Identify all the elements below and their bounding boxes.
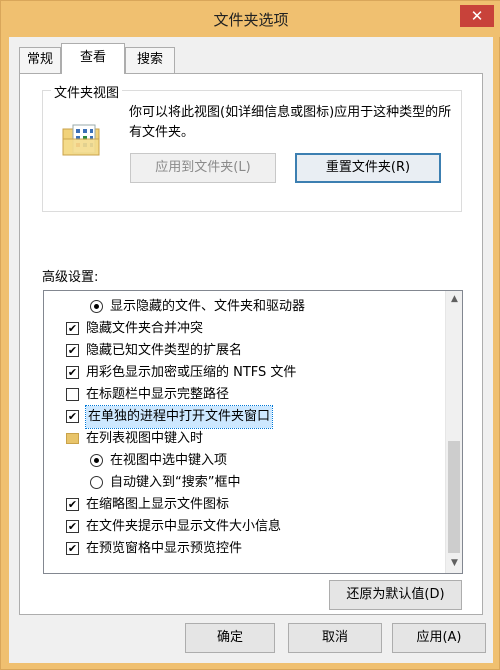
advanced-settings-label: 高级设置: bbox=[42, 270, 99, 285]
radio-button[interactable] bbox=[90, 454, 103, 467]
close-button[interactable]: ✕ bbox=[460, 5, 494, 27]
list-item-label: 显示隐藏的文件、文件夹和驱动器 bbox=[110, 299, 306, 314]
title-bar[interactable]: 文件夹选项 ✕ bbox=[1, 1, 500, 37]
tab-search[interactable]: 搜索 bbox=[125, 47, 175, 73]
folder-options-dialog: 文件夹选项 ✕ 常规 查看 搜索 文件夹视图 你可以将此视图(如详细信息或图标)… bbox=[0, 0, 500, 670]
list-item[interactable]: 在标题栏中显示完整路径 bbox=[44, 384, 444, 406]
scroll-down-icon[interactable]: ▼ bbox=[446, 555, 462, 572]
window-title: 文件夹选项 bbox=[213, 11, 289, 29]
checkbox[interactable]: ✔ bbox=[66, 410, 79, 423]
list-item-label: 隐藏已知文件类型的扩展名 bbox=[86, 343, 243, 358]
apply-to-folders-button[interactable]: 应用到文件夹(L) bbox=[130, 153, 276, 183]
folder-views-group: 文件夹视图 你可以将此视图(如详细信息或图标)应用于这种类型的所有文件夹。 应用… bbox=[42, 82, 462, 212]
list-item[interactable]: 在视图中选中键入项 bbox=[44, 450, 444, 472]
checkbox[interactable]: ✔ bbox=[66, 498, 79, 511]
view-tab-panel: 文件夹视图 你可以将此视图(如详细信息或图标)应用于这种类型的所有文件夹。 应用… bbox=[19, 73, 483, 615]
list-item[interactable]: ✔ 隐藏已知文件类型的扩展名 bbox=[44, 340, 444, 362]
list-item-label: 在视图中选中键入项 bbox=[110, 453, 228, 468]
scroll-thumb[interactable] bbox=[448, 441, 460, 553]
checkbox[interactable]: ✔ bbox=[66, 366, 79, 379]
list-item[interactable]: ✔ 在预览窗格中显示预览控件 bbox=[44, 538, 444, 560]
folder-grid-icon bbox=[62, 124, 100, 156]
checkbox[interactable]: ✔ bbox=[66, 344, 79, 357]
ok-button[interactable]: 确定 bbox=[185, 623, 275, 653]
list-item-label: 在文件夹提示中显示文件大小信息 bbox=[86, 519, 282, 534]
dialog-body: 常规 查看 搜索 文件夹视图 你可以将此视图(如详细信息或图标)应用于这种类型的… bbox=[9, 37, 493, 663]
cancel-button[interactable]: 取消 bbox=[288, 623, 382, 653]
radio-dot bbox=[94, 304, 99, 309]
tab-view[interactable]: 查看 bbox=[61, 43, 125, 74]
reset-folders-button[interactable]: 重置文件夹(R) bbox=[295, 153, 441, 183]
list-scrollbar[interactable]: ▲ ▼ bbox=[445, 291, 462, 573]
tab-general[interactable]: 常规 bbox=[19, 47, 61, 73]
checkbox[interactable] bbox=[66, 388, 79, 401]
advanced-settings-list[interactable]: 显示隐藏的文件、文件夹和驱动器 ✔ 隐藏文件夹合并冲突 ✔ 隐藏已知文件类型的扩展名 ✔ 用… bbox=[43, 290, 463, 574]
checkbox[interactable]: ✔ bbox=[66, 322, 79, 335]
list-item[interactable]: ✔ 在单独的进程中打开文件夹窗口 bbox=[44, 405, 444, 429]
list-item[interactable]: 在列表视图中键入时 bbox=[44, 428, 444, 450]
restore-defaults-button[interactable]: 还原为默认值(D) bbox=[329, 580, 462, 610]
list-item-label: 在单独的进程中打开文件夹窗口 bbox=[84, 405, 274, 429]
apply-button[interactable]: 应用(A) bbox=[392, 623, 486, 653]
folder-views-title: 文件夹视图 bbox=[51, 82, 123, 101]
list-item[interactable]: ✔ 在缩略图上显示文件图标 bbox=[44, 494, 444, 516]
list-item[interactable]: 显示隐藏的文件、文件夹和驱动器 bbox=[44, 296, 444, 318]
list-item-label: 在标题栏中显示完整路径 bbox=[86, 387, 230, 402]
checkbox[interactable]: ✔ bbox=[66, 520, 79, 533]
list-item-label: 用彩色显示加密或压缩的 NTFS 文件 bbox=[86, 365, 297, 380]
list-item-label: 自动键入到“搜索”框中 bbox=[110, 475, 241, 490]
list-item-label: 在列表视图中键入时 bbox=[86, 431, 204, 446]
folder-icon bbox=[66, 433, 79, 444]
scroll-up-icon[interactable]: ▲ bbox=[446, 291, 462, 308]
list-item-label: 隐藏文件夹合并冲突 bbox=[86, 321, 204, 336]
radio-button[interactable] bbox=[90, 476, 103, 489]
list-item-label: 在预览窗格中显示预览控件 bbox=[86, 541, 243, 556]
radio-button[interactable] bbox=[90, 300, 103, 313]
list-item[interactable]: ✔ 隐藏文件夹合并冲突 bbox=[44, 318, 444, 340]
folder-views-description: 你可以将此视图(如详细信息或图标)应用于这种类型的所有文件夹。 bbox=[129, 105, 452, 140]
list-item[interactable]: ✔ 用彩色显示加密或压缩的 NTFS 文件 bbox=[44, 362, 444, 384]
list-item-label: 在缩略图上显示文件图标 bbox=[86, 497, 230, 512]
list-item[interactable]: ✔ 在文件夹提示中显示文件大小信息 bbox=[44, 516, 444, 538]
list-item[interactable]: 自动键入到“搜索”框中 bbox=[44, 472, 444, 494]
radio-dot bbox=[94, 458, 99, 463]
checkbox[interactable]: ✔ bbox=[66, 542, 79, 555]
